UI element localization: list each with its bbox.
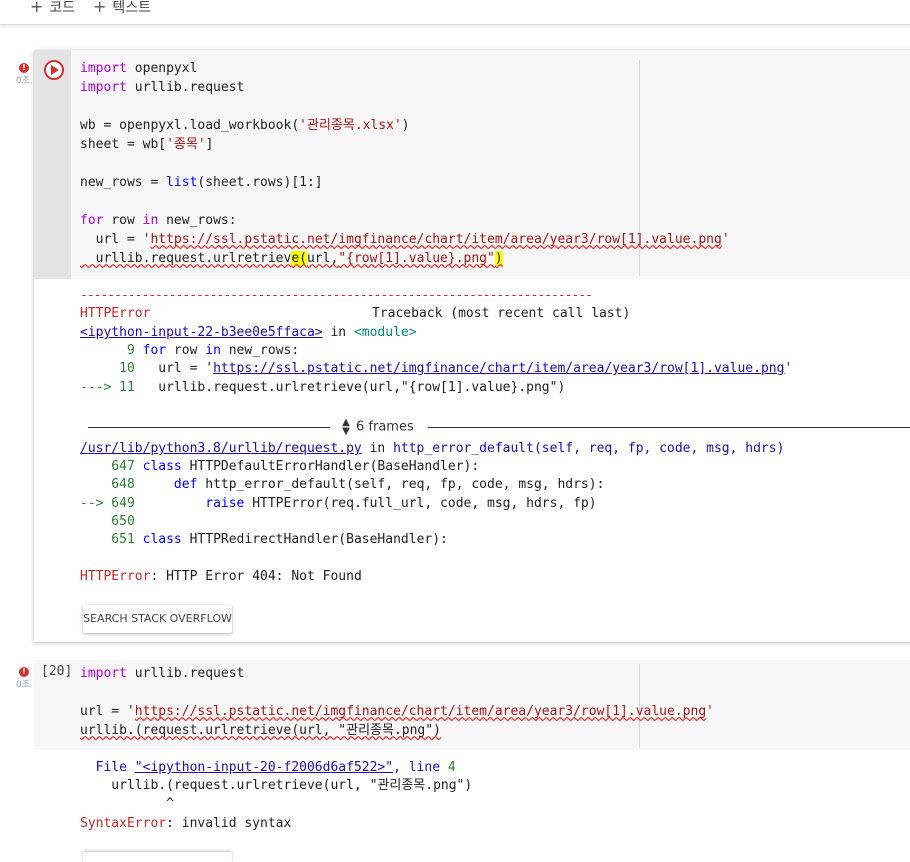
frame-line-647: 647 class HTTPDefaultErrorHandler(BaseHa… <box>80 459 480 474</box>
search-stack-overflow-button-partial[interactable] <box>83 852 232 862</box>
code-line-1: import urllib.request <box>80 666 245 681</box>
execution-time: 0초 <box>16 680 31 690</box>
plus-icon: + <box>93 0 107 16</box>
expand-frames-toggle[interactable]: ▲ ▼ 6 frames <box>340 417 414 437</box>
unfold-icon: ▲ ▼ <box>342 417 350 437</box>
add-text-button[interactable]: + 텍스트 <box>93 0 151 17</box>
traceback-separator: ----------------------------------------… <box>80 288 593 303</box>
add-text-label: 텍스트 <box>112 0 152 16</box>
plus-icon: + <box>30 0 44 16</box>
error-type: HTTPError <box>80 306 151 321</box>
syntax-error-message: SyntaxError: invalid syntax <box>80 816 292 831</box>
code-line-2: import urllib.request <box>80 80 245 95</box>
frames-divider-left <box>88 427 330 428</box>
file-path-link[interactable]: /usr/lib/python3.8/urllib/request.py <box>80 441 362 456</box>
traceback-location: <ipython-input-22-b3ee0e5ffaca> in <modu… <box>80 325 417 340</box>
frame-location: /usr/lib/python3.8/urllib/request.py in … <box>80 441 785 456</box>
notebook-toolbar: + 코드 + 텍스트 <box>0 0 910 25</box>
code-line-9: for row in new_rows: <box>80 213 237 228</box>
frame-line-648: 648 def http_error_default(self, req, fp… <box>80 477 605 492</box>
code-line-11: urllib.request.urlretrieve(url,"{row[1].… <box>80 251 503 266</box>
input-link[interactable]: <ipython-input-22-b3ee0e5ffaca> <box>80 325 323 340</box>
traceback-line-10: 10 url = 'https://ssl.pstatic.net/imgfin… <box>80 361 793 376</box>
frame-line-651: 651 class HTTPRedirectHandler(BaseHandle… <box>80 532 448 547</box>
code-line-1: import openpyxl <box>80 61 198 76</box>
code-line-3: url = 'https://ssl.pstatic.net/imgfinanc… <box>80 704 714 719</box>
add-code-label: 코드 <box>49 0 76 16</box>
frames-divider-right <box>428 427 910 428</box>
error-status-icon: ! <box>19 667 29 677</box>
syntax-error-source: urllib.(request.urlretrieve(url, "관리종목.p… <box>80 778 473 793</box>
syntax-error-caret: ^ <box>80 796 174 811</box>
frame-line-649: --> 649 raise HTTPError(req.full_url, co… <box>80 496 597 511</box>
final-error-message: HTTPError: HTTP Error 404: Not Found <box>80 569 362 584</box>
syntax-error-location: File "<ipython-input-20-f2006d6af522>", … <box>80 760 456 775</box>
url-link[interactable]: https://ssl.pstatic.net/imgfinance/chart… <box>213 361 784 376</box>
execution-time: 0초 <box>16 76 31 86</box>
code-line-7: new_rows = list(sheet.rows)[1:] <box>80 175 323 190</box>
cell-1-gutter <box>34 50 71 279</box>
add-code-button[interactable]: + 코드 <box>30 0 75 17</box>
code-line-4: wb = openpyxl.load_workbook('관리종목.xlsx') <box>80 118 410 133</box>
code-line-10: url = 'https://ssl.pstatic.net/imgfinanc… <box>80 232 730 247</box>
frames-count: 6 frames <box>356 419 414 435</box>
traceback-line-11: ---> 11 urllib.request.urlretrieve(url,"… <box>80 380 566 395</box>
execution-count[interactable]: [20] <box>41 664 72 679</box>
run-cell-button[interactable] <box>44 60 64 80</box>
frame-line-650: 650 <box>80 514 143 529</box>
search-stack-overflow-button[interactable]: SEARCH STACK OVERFLOW <box>83 605 232 633</box>
traceback-header: Traceback (most recent call last) <box>372 306 631 321</box>
error-status-icon: ! <box>19 63 29 73</box>
traceback-line-9: 9 for row in new_rows: <box>80 343 300 358</box>
input-link[interactable]: "<ipython-input-20-f2006d6af522>" <box>135 760 393 775</box>
code-line-4: urllib.(request.urlretrieve(url, "관리종목.p… <box>80 723 441 738</box>
code-line-5: sheet = wb['종목'] <box>80 137 214 152</box>
